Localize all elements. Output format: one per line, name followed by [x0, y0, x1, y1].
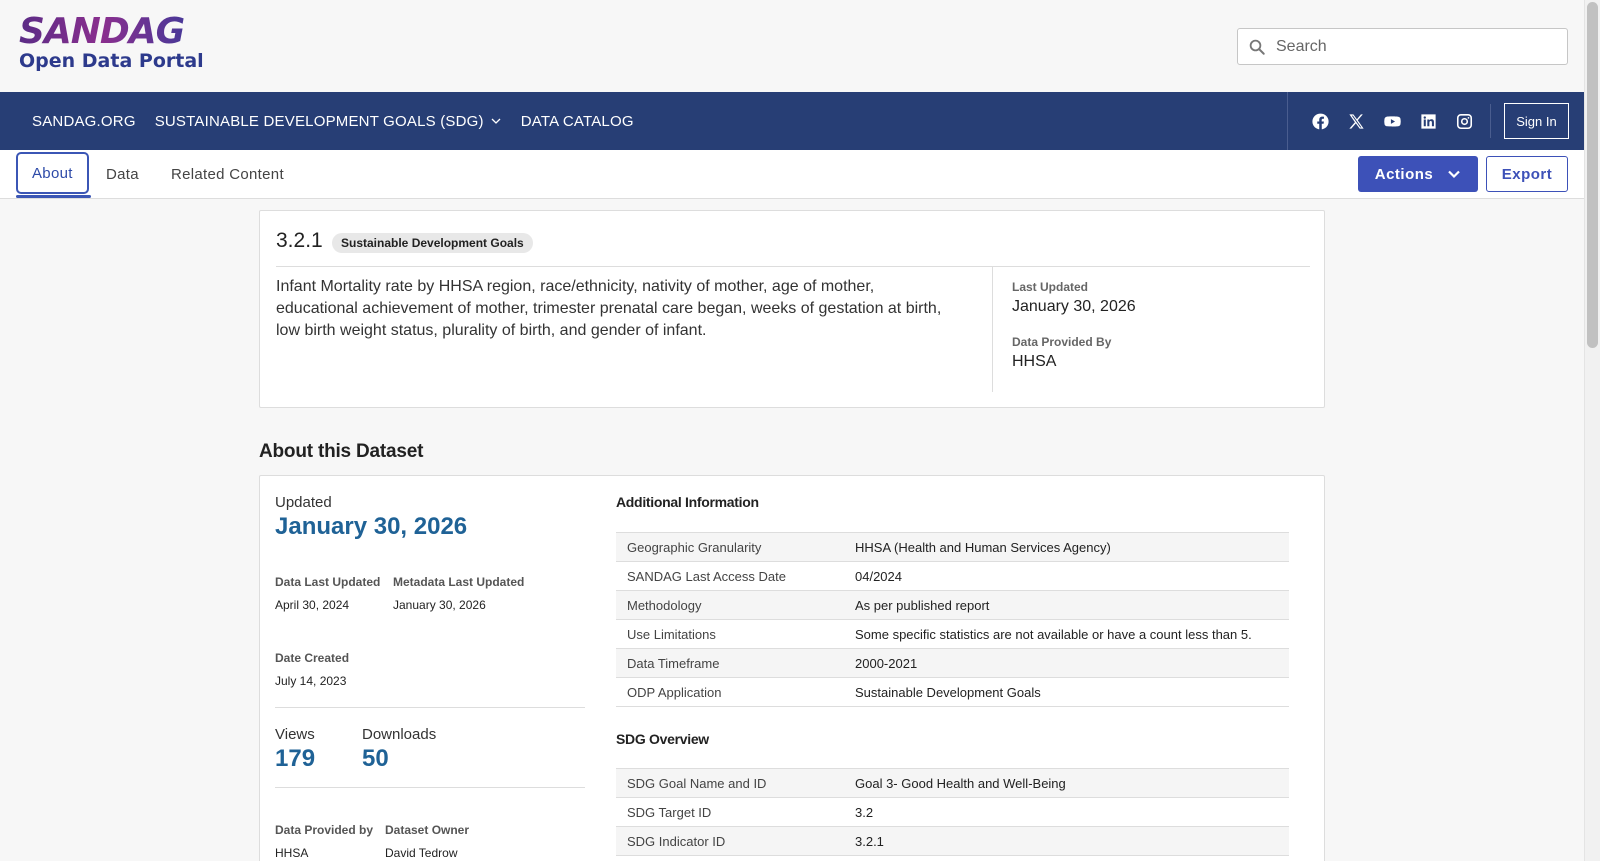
row-key: ODP Application: [616, 677, 844, 707]
divider: [992, 267, 993, 392]
row-value: 04/2024: [844, 561, 1289, 591]
sdg-overview-heading: SDG Overview: [616, 731, 709, 747]
data-last-updated-label: Data Last Updated: [275, 575, 381, 589]
divider: [276, 266, 1310, 267]
last-updated-label: Last Updated: [1012, 280, 1089, 294]
chevron-down-icon: [491, 118, 501, 124]
nav-item-label: DATA CATALOG: [520, 112, 634, 130]
updated-date: January 30, 2026: [275, 513, 468, 540]
instagram-icon[interactable]: [1454, 111, 1474, 131]
data-last-updated-value: April 30, 2024: [275, 598, 350, 612]
section-heading: About this Dataset: [259, 441, 424, 462]
additional-info-heading: Additional Information: [616, 494, 759, 510]
updated-label: Updated: [275, 494, 332, 511]
actions-button[interactable]: Actions: [1358, 156, 1478, 192]
provided-by-label: Data Provided By: [1012, 335, 1112, 349]
scrollbar-thumb[interactable]: [1587, 2, 1598, 348]
row-value: As per published report: [844, 590, 1289, 620]
dataset-title: 3.2.1: [276, 229, 323, 252]
search-input[interactable]: [1276, 37, 1546, 56]
social-links: [1287, 92, 1490, 150]
main-nav: SANDAG.ORG SUSTAINABLE DEVELOPMENT GOALS…: [0, 92, 1584, 150]
date-created-label: Date Created: [275, 651, 350, 665]
row-value: 2000-2021: [844, 648, 1289, 678]
nav-item-data-catalog[interactable]: DATA CATALOG: [521, 113, 634, 130]
facebook-icon[interactable]: [1310, 111, 1330, 131]
table-row: Use Limitations Some specific statistics …: [616, 619, 1289, 649]
dataset-description: Infant Mortality rate by HHSA region, ra…: [276, 278, 942, 339]
sandag-logo[interactable]: SANDAG Open Data Portal: [19, 14, 204, 73]
logo-subtitle: Open Data Portal: [19, 50, 204, 72]
dataset-owner-value: David Tedrow: [385, 846, 458, 860]
nav-item-label: SANDAG.ORG: [32, 112, 136, 130]
row-value: Sustainable Development Goals: [844, 677, 1289, 707]
metadata-last-updated-value: January 30, 2026: [393, 598, 486, 612]
table-row: Methodology As per published report: [616, 590, 1289, 620]
table-row: SDG Indicator ID 3.2.1: [616, 826, 1289, 856]
sign-in-button[interactable]: Sign In: [1504, 103, 1569, 139]
tab-data[interactable]: Data: [106, 150, 139, 199]
divider: [275, 707, 585, 708]
row-value: 3.2.1: [844, 826, 1289, 856]
x-icon[interactable]: [1346, 111, 1366, 131]
row-value: HHSA (Health and Human Services Agency): [844, 532, 1289, 562]
row-key: Geographic Granularity: [616, 532, 844, 562]
tab-about[interactable]: About: [16, 152, 89, 194]
row-value: Goal 3- Good Health and Well-Being: [844, 768, 1289, 798]
divider: [275, 787, 585, 788]
youtube-icon[interactable]: [1382, 111, 1402, 131]
nav-divider: [1490, 104, 1491, 138]
table-row: ODP Application Sustainable Development G…: [616, 677, 1289, 707]
sdg-overview-table: SDG Goal Name and ID Goal 3- Good Health …: [616, 768, 1289, 856]
row-key: Data Timeframe: [616, 648, 844, 678]
views-label: Views: [275, 726, 315, 743]
content-tabs-bar: About Data Related Content Actions Expor…: [0, 150, 1584, 199]
provided-by-value: HHSA: [1012, 353, 1057, 370]
row-key: SDG Goal Name and ID: [616, 768, 844, 798]
table-row: Geographic Granularity HHSA (Health and H…: [616, 532, 1289, 562]
category-badge[interactable]: Sustainable Development Goals: [332, 233, 533, 253]
tab-related-content[interactable]: Related Content: [171, 150, 284, 199]
additional-info-table: Geographic Granularity HHSA (Health and H…: [616, 532, 1289, 707]
row-key: SDG Indicator ID: [616, 826, 844, 856]
row-key: SDG Target ID: [616, 797, 844, 827]
dataset-owner-label: Dataset Owner: [385, 823, 470, 837]
row-value: Some specific statistics are not availab…: [844, 619, 1289, 649]
dataset-summary-card: 3.2.1 Sustainable Development Goals Infa…: [259, 210, 1325, 408]
logo-wordmark: SANDAG: [19, 14, 204, 50]
row-value: 3.2: [844, 797, 1289, 827]
table-row: SANDAG Last Access Date 04/2024: [616, 561, 1289, 591]
table-row: Data Timeframe 2000-2021: [616, 648, 1289, 678]
provided-by-meta: Data Provided By HHSA: [1012, 335, 1111, 371]
search-box[interactable]: [1237, 28, 1568, 65]
data-provided-by-label: Data Provided by: [275, 823, 374, 837]
chevron-down-icon: [1448, 170, 1461, 179]
export-button[interactable]: Export: [1486, 156, 1568, 192]
nav-item-sandag-org[interactable]: SANDAG.ORG: [32, 113, 136, 130]
views-count: 179: [275, 745, 316, 772]
nav-item-label: SUSTAINABLE DEVELOPMENT GOALS (SDG): [154, 112, 484, 130]
about-dataset-card: Updated January 30, 2026 Data Last Updat…: [259, 475, 1325, 861]
downloads-count: 50: [362, 745, 389, 772]
metadata-last-updated-label: Metadata Last Updated: [393, 575, 525, 589]
search-icon: [1249, 39, 1265, 55]
active-tab-indicator: [16, 195, 91, 198]
date-created-value: July 14, 2023: [275, 674, 347, 688]
row-key: Use Limitations: [616, 619, 844, 649]
downloads-label: Downloads: [362, 726, 437, 743]
top-header: SANDAG Open Data Portal: [0, 0, 1584, 92]
linkedin-icon[interactable]: [1418, 111, 1438, 131]
table-row: SDG Target ID 3.2: [616, 797, 1289, 827]
last-updated-meta: Last Updated January 30, 2026: [1012, 280, 1136, 316]
row-key: SANDAG Last Access Date: [616, 561, 844, 591]
last-updated-value: January 30, 2026: [1012, 298, 1136, 315]
actions-label: Actions: [1374, 165, 1434, 183]
table-row: SDG Goal Name and ID Goal 3- Good Health …: [616, 768, 1289, 798]
data-provided-by-value: HHSA: [275, 846, 309, 860]
nav-item-sdg[interactable]: SUSTAINABLE DEVELOPMENT GOALS (SDG): [155, 113, 502, 130]
row-key: Methodology: [616, 590, 844, 620]
